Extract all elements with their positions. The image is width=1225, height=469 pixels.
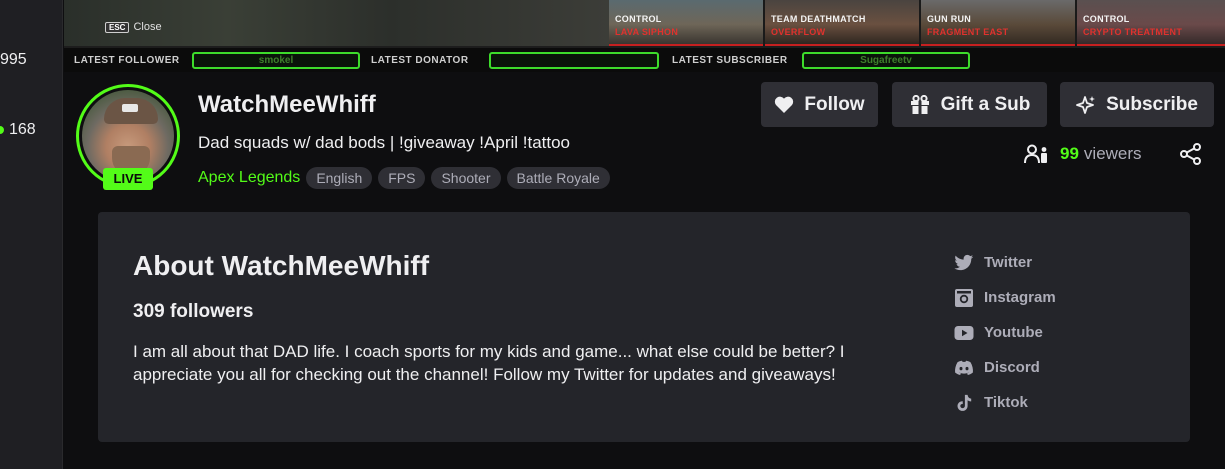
video-player[interactable]: ESC Close CONTROL LAVA SIPHON TEAM DEATH… [64, 0, 1225, 46]
map-vote-tile: CONTROL LAVA SIPHON [609, 0, 763, 46]
social-link-discord[interactable]: Discord [954, 350, 1056, 385]
follow-button[interactable]: Follow [761, 82, 878, 127]
map-vote-tile: TEAM DEATHMATCH OVERFLOW [765, 0, 919, 46]
map-mode: CONTROL [1083, 14, 1130, 24]
stream-ticker-overlay: LATEST FOLLOWER smokel LATEST DONATOR LA… [64, 46, 1225, 72]
tiktok-label: Tiktok [984, 394, 1028, 411]
close-overlay-button[interactable]: ESC Close [105, 21, 162, 33]
map-name: LAVA SIPHON [615, 27, 679, 37]
viewers-icon [1024, 144, 1047, 164]
discord-icon [955, 360, 973, 375]
map-name: FRAGMENT EAST [927, 27, 1009, 37]
social-link-youtube[interactable]: Youtube [954, 315, 1056, 350]
gift-sub-label: Gift a Sub [940, 93, 1031, 115]
youtube-label: Youtube [984, 324, 1043, 341]
viewer-label: viewers [1083, 144, 1142, 163]
channel-bio: I am all about that DAD life. I coach sp… [133, 342, 845, 384]
live-dot-icon [0, 126, 4, 134]
tiktok-icon [957, 394, 972, 411]
tag-fps[interactable]: FPS [378, 167, 426, 189]
sidebar-live-item[interactable]: 168 [0, 121, 36, 139]
map-mode: TEAM DEATHMATCH [771, 14, 866, 24]
social-links: Twitter Instagram Youtube Discord Tiktok [954, 245, 1056, 420]
gift-sub-button[interactable]: Gift a Sub [892, 82, 1047, 127]
instagram-label: Instagram [984, 289, 1056, 306]
stream-title: Dad squads w/ dad bods | !giveaway !Apri… [198, 133, 571, 152]
twitter-icon [954, 254, 974, 270]
about-title: About WatchMeeWhiff [133, 250, 430, 281]
map-name: CRYPTO TREATMENT [1083, 27, 1183, 37]
subscribe-button[interactable]: Subscribe [1060, 82, 1214, 127]
gift-icon [910, 94, 929, 114]
subscribe-label: Subscribe [1106, 93, 1198, 115]
social-link-twitter[interactable]: Twitter [954, 245, 1056, 280]
channel-page: 995 168 ESC Close CONTROL LAVA SIPHON TE… [0, 0, 1225, 469]
social-link-tiktok[interactable]: Tiktok [954, 385, 1056, 420]
sparkle-icon [1076, 95, 1096, 114]
follower-count: 309 followers [133, 301, 254, 322]
viewer-number: 99 [1060, 144, 1079, 163]
map-mode: GUN RUN [927, 14, 972, 24]
close-label: Close [133, 21, 162, 33]
discord-label: Discord [984, 359, 1040, 376]
latest-donator-label: LATEST DONATOR [371, 55, 469, 66]
live-badge: LIVE [103, 168, 153, 190]
category-and-tags: Apex Legends English FPS Shooter Battle … [198, 167, 610, 189]
latest-subscriber-label: LATEST SUBSCRIBER [672, 55, 788, 66]
instagram-icon [955, 288, 973, 307]
viewer-count: 99 viewers [1024, 144, 1142, 164]
tag-battle-royale[interactable]: Battle Royale [506, 167, 610, 189]
latest-follower-value: smokel [192, 52, 360, 69]
youtube-icon [954, 325, 974, 340]
following-sidebar: 995 168 [0, 0, 63, 469]
avatar-hat-logo [122, 104, 138, 112]
share-icon[interactable] [1180, 143, 1202, 165]
twitter-label: Twitter [984, 254, 1033, 271]
map-name: OVERFLOW [771, 27, 826, 37]
category-link[interactable]: Apex Legends [198, 169, 300, 187]
tag-shooter[interactable]: Shooter [431, 167, 501, 189]
latest-donator-value [489, 52, 659, 69]
heart-icon [775, 96, 794, 113]
map-vote-tile: CONTROL CRYPTO TREATMENT [1077, 0, 1225, 46]
latest-subscriber-value: Sugafreetv [802, 52, 970, 69]
latest-follower-label: LATEST FOLLOWER [74, 55, 180, 66]
map-vote-tile: GUN RUN FRAGMENT EAST [921, 0, 1075, 46]
sidebar-viewer-count[interactable]: 995 [0, 51, 27, 69]
social-link-instagram[interactable]: Instagram [954, 280, 1056, 315]
follow-label: Follow [804, 93, 865, 115]
channel-name[interactable]: WatchMeeWhiff [198, 91, 376, 119]
map-mode: CONTROL [615, 14, 662, 24]
esc-key-icon: ESC [105, 21, 130, 33]
about-panel: About WatchMeeWhiff 309 followers I am a… [98, 212, 1190, 442]
sidebar-viewer-count: 168 [9, 121, 36, 138]
tag-english[interactable]: English [306, 167, 373, 189]
